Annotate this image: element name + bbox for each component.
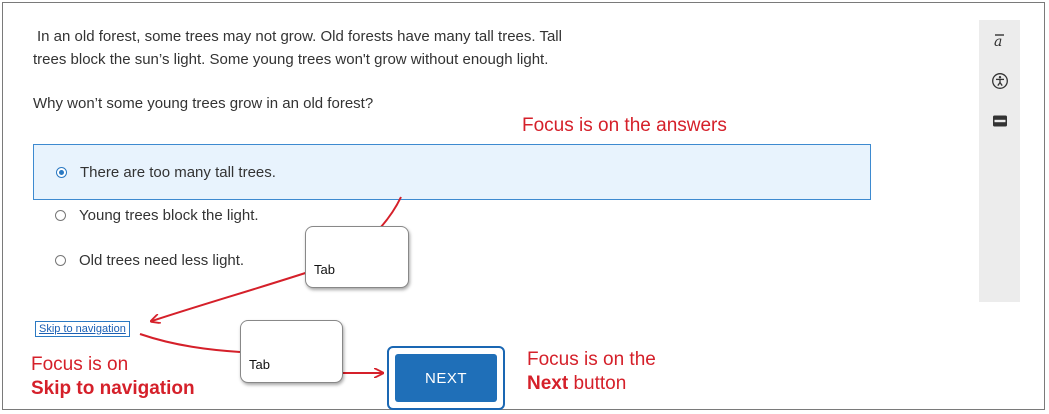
annotation-arrows (139, 196, 402, 414)
annotation-focus-skip-line2: Skip to navigation (31, 378, 195, 399)
tab-key-label: Tab (314, 262, 335, 277)
annotation-focus-next-line1: Focus is on the (527, 349, 656, 370)
arrow-skip-to-tab (139, 333, 241, 353)
annotation-next-bold: Next (527, 373, 569, 394)
annotation-focus-skip: Focus is on Skip to navigation (31, 353, 195, 401)
annotation-focus-skip-line1: Focus is on (31, 354, 129, 375)
tab-key-graphic-2: Tab (240, 320, 343, 383)
annotation-focus-answers: Focus is on the answers (522, 115, 727, 136)
annotation-focus-next-line2: Next button (527, 372, 656, 396)
annotation-focus-next: Focus is on the Next button (527, 348, 656, 396)
tab-key-graphic-1: Tab (305, 226, 409, 288)
tab-key-label: Tab (249, 357, 270, 372)
annotation-next-rest: button (568, 373, 627, 394)
arrow-tab-to-skip-link (152, 264, 331, 321)
